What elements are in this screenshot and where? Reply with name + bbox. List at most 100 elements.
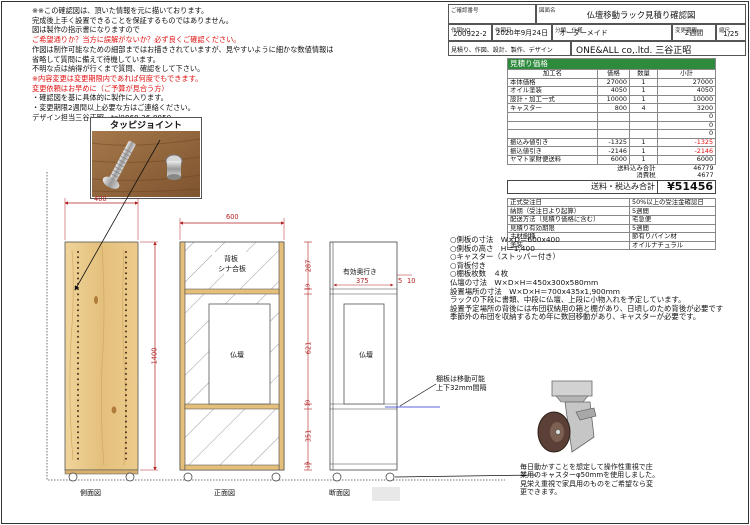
shelf (184, 403, 280, 410)
shelf (184, 288, 280, 295)
pin-hole (125, 410, 127, 412)
section-gap-a: 5 (398, 277, 403, 285)
pin-hole (77, 277, 79, 280)
caster (332, 472, 342, 482)
pin-hole (77, 272, 79, 275)
pin-hole (77, 452, 79, 455)
pin-hole (125, 325, 127, 328)
pin-hole (77, 372, 79, 375)
pin-hole (77, 314, 79, 317)
pin-hole (125, 314, 127, 317)
back-panel-label-2: シナ合板 (218, 265, 246, 273)
pin-hole (77, 330, 79, 333)
pin-hole (125, 351, 127, 354)
side-view (64, 198, 158, 482)
pin-hole (125, 420, 127, 423)
pin-hole (125, 362, 127, 365)
pin-hole (125, 266, 127, 269)
pin-hole (77, 256, 79, 259)
pin-hole (125, 367, 127, 370)
butsudan-front-label: 仏壇 (230, 351, 244, 359)
section-height-dim: 19 (305, 283, 312, 291)
drawing-sheet: ※※この確認図は、頂いた情報を元に描いております。 完成後上手く設置できることを… (0, 0, 750, 525)
side-width-dim: 400 (94, 195, 107, 203)
shelf-note: 棚板は移動可能 上下32mm間隔 (436, 375, 487, 392)
section-height-dim: 621 (304, 341, 313, 355)
pin-hole (125, 399, 127, 402)
pin-hole (77, 362, 79, 365)
pin-hole (125, 346, 127, 349)
caster (125, 472, 135, 482)
pin-hole (125, 425, 127, 428)
pin-hole (77, 351, 79, 354)
pin-hole (125, 372, 127, 375)
front-view-caption: 正面図 (214, 489, 235, 497)
pin-hole (125, 277, 127, 280)
side-panel (64, 241, 139, 471)
pin-hole (125, 330, 127, 333)
pin-hole (125, 357, 127, 359)
caster (68, 472, 78, 482)
pin-hole (125, 452, 127, 455)
pin-hole (77, 298, 79, 301)
side-view-caption: 側面図 (80, 489, 101, 497)
pin-hole (77, 420, 79, 423)
pin-hole (77, 441, 79, 444)
caster (183, 472, 193, 482)
caster (271, 472, 281, 482)
pin-hole (77, 367, 79, 370)
pin-hole (125, 272, 127, 275)
pin-hole (125, 293, 127, 296)
pin-hole (125, 319, 127, 322)
pin-hole (125, 441, 127, 444)
pin-hole (77, 309, 79, 312)
pin-hole (77, 457, 79, 460)
section-height-dim: 351 (304, 429, 313, 443)
pin-hole (77, 447, 79, 450)
caster-note: 毎日動かすことを想定して操作性重視で庄 業用のキャスターφ50mmを使用しました… (520, 463, 660, 497)
pin-hole (125, 341, 127, 344)
section-height-dim: 19 (305, 461, 312, 469)
butsudan-section-label: 仏壇 (359, 351, 373, 359)
section-height-dim: 19 (305, 399, 312, 407)
pin-hole (125, 251, 127, 253)
pin-hole (125, 447, 127, 450)
side-height-dim: 1400 (150, 347, 159, 365)
pin-hole (77, 335, 79, 338)
pin-hole (125, 436, 127, 439)
pin-hole (77, 410, 79, 412)
pin-hole (125, 388, 127, 391)
pin-hole (125, 404, 127, 407)
pin-hole (125, 415, 127, 418)
pin-hole (125, 309, 127, 312)
pin-hole (77, 399, 79, 402)
front-width-dim: 600 (226, 213, 239, 221)
section-view-caption: 断面図 (329, 489, 350, 497)
pin-hole (77, 304, 79, 306)
pin-hole (77, 378, 79, 381)
pin-hole (125, 256, 127, 259)
pin-hole (77, 388, 79, 391)
back-panel-label-1: 背板 (224, 255, 238, 263)
effective-depth-label: 有効奥行き (343, 268, 377, 276)
pin-hole (77, 251, 79, 253)
pin-hole (77, 346, 79, 349)
shelf-note-leader (399, 383, 437, 407)
section-height-dim: 287 (304, 259, 313, 273)
section-gap-b: 10 (407, 277, 416, 285)
section-depth-dim: 375 (356, 277, 369, 285)
drawing-views (46, 139, 597, 482)
pin-hole (77, 383, 79, 386)
pin-hole (77, 394, 79, 397)
shelf (184, 464, 280, 471)
pin-hole (125, 378, 127, 381)
pin-hole (77, 404, 79, 407)
pin-hole (125, 288, 127, 291)
pin-hole (77, 319, 79, 322)
pin-hole (125, 431, 127, 434)
pin-hole (77, 436, 79, 439)
caption-blank-box (372, 487, 400, 501)
pin-hole (77, 341, 79, 344)
caster (385, 472, 395, 482)
pin-hole (125, 282, 127, 285)
